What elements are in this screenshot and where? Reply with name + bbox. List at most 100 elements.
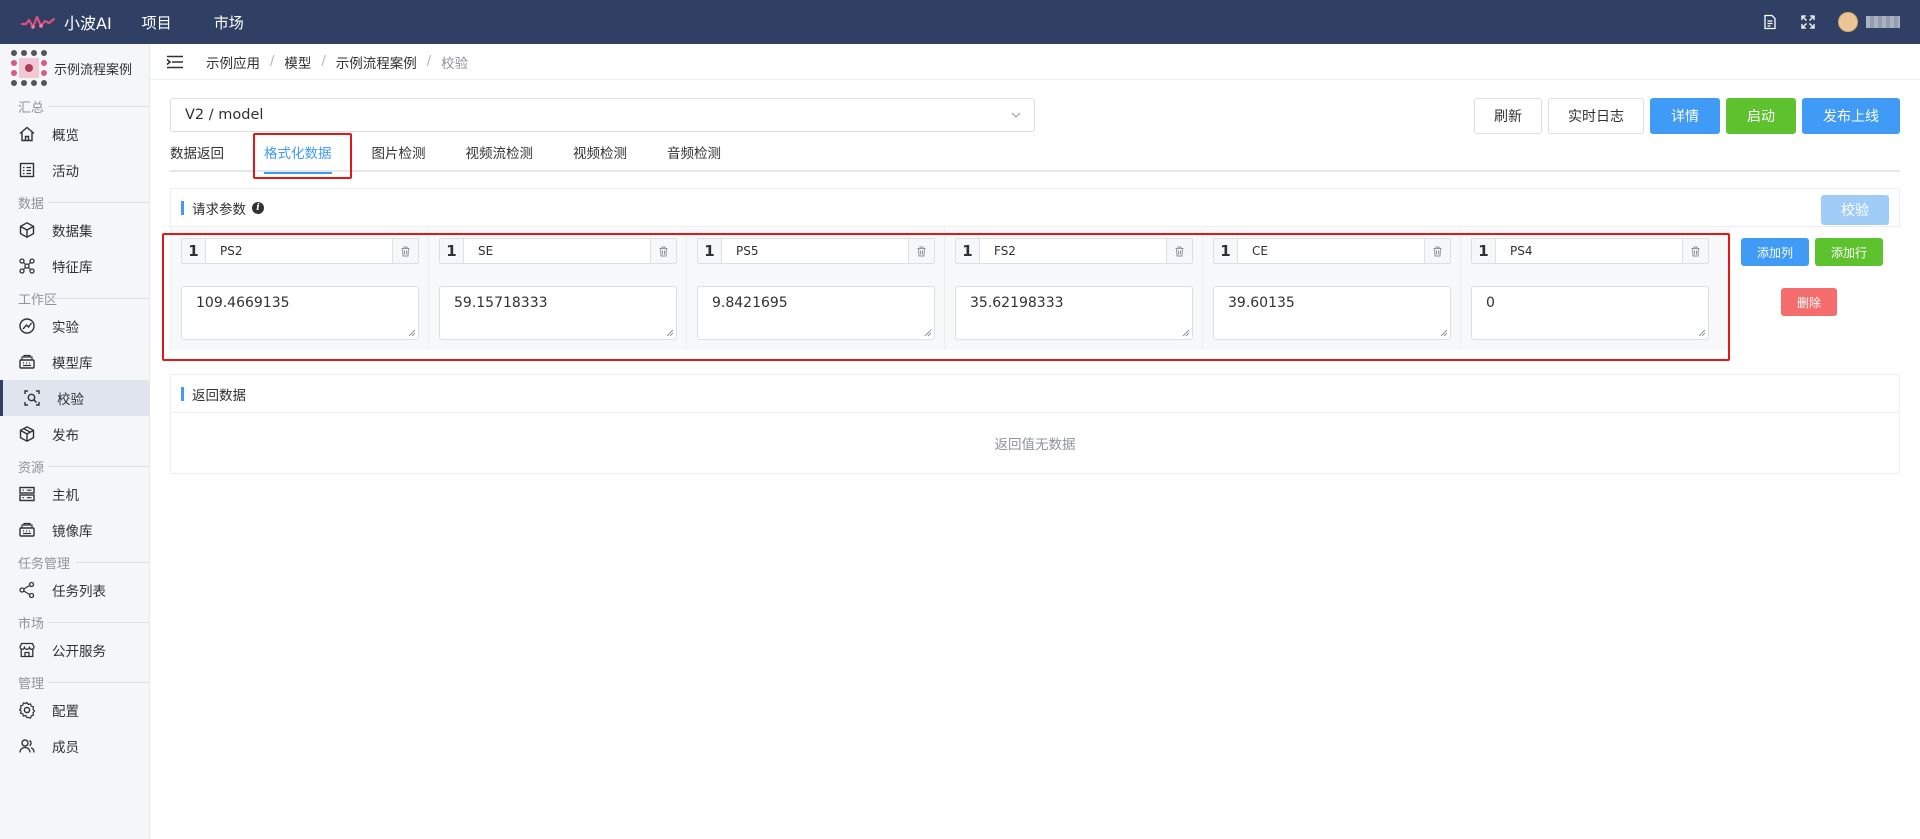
param-value-input[interactable]: 9.8421695 — [697, 286, 935, 340]
param-value-input[interactable]: 39.60135 — [1213, 286, 1451, 340]
delete-column-button[interactable] — [908, 239, 934, 263]
response-title: 返回数据 — [192, 387, 246, 404]
resize-grip-icon[interactable] — [408, 329, 416, 337]
param-grid: 1 PS2 109.4669135 1 SE 59.15718333 1 PS5… — [171, 228, 1731, 350]
detail-button[interactable]: 详情 — [1650, 98, 1720, 134]
user-name-blurred[interactable] — [1866, 16, 1900, 28]
sidebar-item-experiments[interactable]: 实验 — [0, 308, 149, 344]
delete-column-button[interactable] — [1166, 239, 1192, 263]
sidebar-item-publish[interactable]: 发布 — [0, 416, 149, 452]
param-key-input[interactable]: PS4 — [1496, 244, 1682, 258]
sidebar-item-hosts[interactable]: 主机 — [0, 476, 149, 512]
chevron-down-icon — [1011, 112, 1021, 118]
response-header: 返回数据 — [171, 375, 1899, 413]
server-icon — [19, 486, 35, 502]
trash-icon — [401, 246, 410, 256]
param-key-input[interactable]: PS2 — [206, 244, 392, 258]
dimension-label: 1 — [698, 239, 722, 263]
verify-button[interactable]: 校验 — [1821, 195, 1889, 225]
resize-grip-icon[interactable] — [1182, 329, 1190, 337]
model-version-select[interactable]: V2 / model — [170, 98, 1035, 132]
publish-button[interactable]: 发布上线 — [1802, 98, 1900, 134]
param-value-input[interactable]: 109.4669135 — [181, 286, 419, 340]
trash-icon — [659, 246, 668, 256]
delete-row-button[interactable]: 删除 — [1781, 288, 1837, 316]
dimension-label: 1 — [1214, 239, 1238, 263]
resize-grip-icon[interactable] — [1440, 329, 1448, 337]
dimension-label: 1 — [182, 239, 206, 263]
document-icon[interactable] — [1762, 14, 1778, 30]
sidebar-item-settings[interactable]: 配置 — [0, 692, 149, 728]
gear-icon — [18, 701, 36, 719]
sidebar-item-label: 主机 — [52, 488, 79, 504]
param-column: 1 PS4 0 — [1461, 228, 1719, 350]
response-panel: 返回数据 返回值无数据 — [170, 374, 1900, 474]
tab-image-detection[interactable]: 图片检测 — [372, 142, 426, 172]
param-key-input[interactable]: CE — [1238, 244, 1424, 258]
request-params-panel: 请求参数 i 校验 1 PS2 109.4669135 1 SE 59.1571… — [170, 188, 1901, 350]
main-content: 示例应用 / 模型 / 示例流程案例 / 校验 V2 / model 刷新 实时… — [150, 44, 1920, 839]
param-key-input[interactable]: FS2 — [980, 244, 1166, 258]
realtime-log-button[interactable]: 实时日志 — [1548, 98, 1644, 134]
tab-video-stream-detection[interactable]: 视频流检测 — [466, 142, 534, 172]
dimension-label: 1 — [1472, 239, 1496, 263]
avatar-icon[interactable] — [1838, 12, 1858, 32]
breadcrumb-item[interactable]: 模型 — [284, 52, 311, 72]
sidebar-item-members[interactable]: 成员 — [0, 728, 149, 764]
param-key-input[interactable]: PS5 — [722, 244, 908, 258]
breadcrumb-item[interactable]: 示例流程案例 — [336, 52, 417, 72]
info-icon[interactable]: i — [252, 201, 264, 214]
top-menu: 项目 市场 — [142, 12, 286, 33]
param-key-input[interactable]: SE — [464, 244, 650, 258]
sidebar-item-datasets[interactable]: 数据集 — [0, 212, 149, 248]
sidebar-item-label: 配置 — [52, 704, 79, 720]
add-row-button[interactable]: 添加行 — [1815, 238, 1883, 266]
top-menu-market[interactable]: 市场 — [214, 12, 244, 33]
resize-grip-icon[interactable] — [666, 329, 674, 337]
resize-grip-icon[interactable] — [1698, 329, 1706, 337]
sidebar-item-label: 模型库 — [52, 356, 93, 372]
sidebar-item-public-services[interactable]: 公开服务 — [0, 632, 149, 668]
model-library-icon — [19, 354, 35, 369]
tab-data-return[interactable]: 数据返回 — [170, 142, 224, 172]
sidebar-item-activity[interactable]: 活动 — [0, 152, 149, 188]
tab-audio-detection[interactable]: 音频检测 — [667, 142, 721, 172]
app-logo[interactable]: 小波AI — [20, 10, 112, 34]
refresh-button[interactable]: 刷新 — [1474, 98, 1542, 134]
sidebar-item-label: 概览 — [52, 128, 79, 144]
home-icon — [19, 126, 35, 142]
breadcrumb-item[interactable]: 示例应用 — [206, 52, 260, 72]
sidebar-item-model-library[interactable]: 模型库 — [0, 344, 149, 380]
task-icon — [19, 581, 35, 599]
menu-toggle-icon[interactable] — [166, 55, 184, 69]
activity-icon — [19, 162, 35, 178]
sidebar-item-overview[interactable]: 概览 — [0, 116, 149, 152]
param-column: 1 PS2 109.4669135 — [171, 228, 429, 350]
add-column-button[interactable]: 添加列 — [1741, 238, 1809, 266]
delete-column-button[interactable] — [650, 239, 676, 263]
tab-formatted-data[interactable]: 格式化数据 — [264, 142, 332, 174]
sidebar-item-image-library[interactable]: 镜像库 — [0, 512, 149, 548]
start-button[interactable]: 启动 — [1726, 98, 1796, 134]
param-value-input[interactable]: 59.15718333 — [439, 286, 677, 340]
tab-video-detection[interactable]: 视频检测 — [573, 142, 627, 172]
sidebar-item-verify[interactable]: 校验 — [0, 380, 149, 416]
delete-column-button[interactable] — [1682, 239, 1708, 263]
sidebar-item-label: 数据集 — [52, 224, 93, 240]
sidebar-item-task-list[interactable]: 任务列表 — [0, 572, 149, 608]
trash-icon — [1175, 246, 1184, 256]
cube-icon — [19, 222, 35, 238]
sidebar-item-features[interactable]: 特征库 — [0, 248, 149, 284]
param-key-field: 1 PS2 — [181, 238, 419, 264]
top-menu-projects[interactable]: 项目 — [142, 12, 172, 33]
param-value-input[interactable]: 35.62198333 — [955, 286, 1193, 340]
members-icon — [19, 739, 35, 753]
breadcrumb-separator: / — [270, 54, 275, 69]
delete-column-button[interactable] — [1424, 239, 1450, 263]
delete-column-button[interactable] — [392, 239, 418, 263]
resize-grip-icon[interactable] — [924, 329, 932, 337]
param-value-input[interactable]: 0 — [1471, 286, 1709, 340]
fullscreen-icon[interactable] — [1800, 14, 1816, 30]
project-header[interactable]: 示例流程案例 — [0, 44, 149, 92]
param-value-text: 35.62198333 — [970, 295, 1064, 311]
